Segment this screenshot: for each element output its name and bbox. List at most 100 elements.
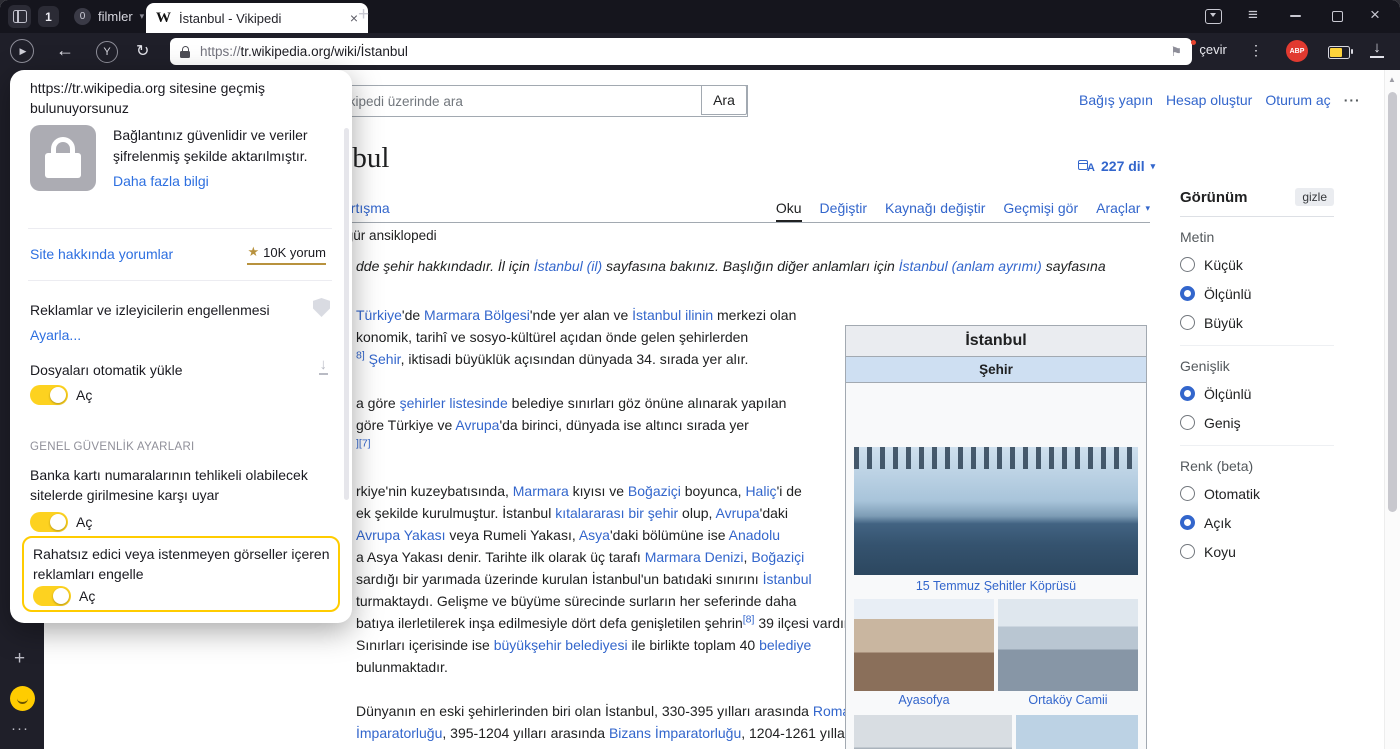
new-tab-button[interactable]: +	[358, 4, 369, 26]
radio-koyu[interactable]: Koyu	[1180, 537, 1334, 566]
wiki-link[interactable]: İstanbul (anlam ayrımı)	[899, 258, 1042, 274]
tab-oku[interactable]: Oku	[776, 200, 802, 222]
wiki-link[interactable]: Şehir	[369, 351, 401, 367]
radio-otomatik[interactable]: Otomatik	[1180, 479, 1334, 508]
bank-card-toggle[interactable]	[30, 512, 68, 532]
kebab-menu-icon[interactable]: ⋮	[1249, 42, 1263, 59]
address-bar[interactable]: https://tr.wikipedia.org/wiki/İstanbul ⚑	[170, 38, 1192, 65]
site-reviews-link[interactable]: Site hakkında yorumlar	[30, 246, 173, 262]
menu-icon[interactable]: ≡	[1248, 5, 1258, 25]
bridge-skyline-photo[interactable]	[854, 447, 1138, 575]
tab-close-icon[interactable]: ×	[350, 10, 358, 26]
reviews-rating[interactable]: ★ 10K yorum	[247, 244, 326, 265]
radio-genis[interactable]: Geniş	[1180, 408, 1334, 437]
tram-photo[interactable]	[854, 715, 1012, 749]
lock-icon[interactable]	[180, 45, 192, 59]
active-tab[interactable]: W İstanbul - Vikipedi ×	[146, 3, 368, 33]
configure-link[interactable]: Ayarla...	[30, 327, 81, 343]
more-options-icon[interactable]: ···	[1344, 92, 1361, 108]
tab-group-label: filmler	[98, 9, 133, 24]
search-input[interactable]	[300, 85, 748, 117]
tab-kaynagi-degistir[interactable]: Kaynağı değiştir	[885, 200, 985, 216]
create-account-link[interactable]: Hesap oluştur	[1166, 92, 1252, 108]
tab-group[interactable]: 0 filmler ▾	[66, 0, 152, 33]
wiki-link[interactable]: Asya	[579, 527, 610, 543]
page-scrollbar[interactable]: ▲	[1384, 70, 1400, 749]
downloads-panel-icon[interactable]	[1205, 9, 1222, 24]
wiki-link[interactable]: Avrupa Yakası	[356, 527, 446, 543]
translate-label: çevir	[1199, 42, 1226, 57]
radio-olcunlu-metin[interactable]: Ölçünlü	[1180, 279, 1334, 308]
wiki-link[interactable]: İstanbul ilinin	[632, 307, 713, 323]
ortakoy-camii-photo[interactable]	[998, 599, 1138, 691]
wiki-link[interactable]: Haliç	[745, 483, 776, 499]
close-button[interactable]: ×	[1370, 5, 1380, 25]
sidebar-add-button[interactable]: +	[14, 648, 25, 670]
reference-link[interactable]: [8]	[743, 613, 755, 625]
radio-buyuk[interactable]: Büyük	[1180, 308, 1334, 337]
tools-menu[interactable]: Araçlar▾	[1096, 200, 1150, 216]
photo-caption[interactable]: Ayasofya	[854, 693, 994, 707]
adblock-badge[interactable]: ABP	[1286, 40, 1308, 62]
tab-gecmisi-gor[interactable]: Geçmişi gör	[1003, 200, 1078, 216]
reference-link[interactable]: ][7]	[356, 437, 371, 449]
radio-kucuk[interactable]: Küçük	[1180, 250, 1334, 279]
scroll-up-icon[interactable]: ▲	[1388, 75, 1396, 84]
wiki-link[interactable]: kıtalararası bir şehir	[555, 505, 678, 521]
maximize-button[interactable]	[1332, 11, 1343, 22]
wiki-link[interactable]: Bizans İmparatorluğu	[609, 725, 741, 741]
wiki-link[interactable]: Avrupa	[716, 505, 760, 521]
more-info-link[interactable]: Daha fazla bilgi	[113, 173, 209, 189]
tabs-panel-button[interactable]	[8, 5, 31, 28]
sidebar-more-icon[interactable]: ···	[11, 720, 29, 737]
photo-caption[interactable]: 15 Temmuz Şehitler Köprüsü	[846, 579, 1146, 593]
wiki-link[interactable]: İstanbul (il)	[534, 258, 602, 274]
language-selector[interactable]: 227 dil ▾	[1078, 158, 1155, 174]
translate-icon: A	[1183, 42, 1192, 57]
wiki-link[interactable]: Boğaziçi	[628, 483, 681, 499]
wiki-link[interactable]: Türkiye	[356, 307, 402, 323]
tab-counter-badge[interactable]: 1	[38, 6, 59, 27]
donate-link[interactable]: Bağış yapın	[1079, 92, 1153, 108]
wiki-link[interactable]: şehirler listesinde	[400, 395, 508, 411]
radio-acik[interactable]: Açık	[1180, 508, 1334, 537]
galata-tower-photo[interactable]	[1016, 715, 1138, 749]
download-icon[interactable]: ↓	[1370, 40, 1384, 58]
translate-button[interactable]: A çevir	[1183, 42, 1227, 57]
autoload-toggle[interactable]	[30, 385, 68, 405]
wiki-link[interactable]: Anadolu	[729, 527, 780, 543]
wiki-link[interactable]: İstanbul	[763, 571, 812, 587]
reference-link[interactable]: 8]	[356, 349, 365, 361]
login-link[interactable]: Oturum aç	[1265, 92, 1330, 108]
wiki-link[interactable]: belediye	[759, 637, 811, 653]
sidebar-open-button[interactable]: ▶	[10, 39, 34, 63]
refresh-button[interactable]: ↻	[136, 41, 149, 61]
photo-caption[interactable]: Ortaköy Camii	[998, 693, 1138, 707]
ayasofya-photo[interactable]	[854, 599, 994, 691]
scroll-thumb[interactable]	[1388, 92, 1397, 512]
infobox: İstanbul Şehir 15 Temmuz Şehitler Köprüs…	[845, 325, 1147, 749]
bookmark-flag-icon[interactable]: ⚑	[1170, 44, 1182, 60]
back-button[interactable]: ←	[56, 40, 74, 61]
wiki-link[interactable]: Marmara	[513, 483, 569, 499]
battery-icon[interactable]	[1328, 46, 1350, 59]
hide-button[interactable]: gizle	[1295, 188, 1334, 206]
minimize-button[interactable]	[1290, 15, 1301, 17]
yandex-button[interactable]: Y	[96, 41, 118, 63]
radio-olcunlu-genislik[interactable]: Ölçünlü	[1180, 379, 1334, 408]
radio-icon	[1180, 515, 1195, 530]
page-tabs: Oku Değiştir Kaynağı değiştir Geçmişi gö…	[776, 200, 1150, 222]
wiki-link[interactable]: Marmara Denizi	[645, 549, 744, 565]
popup-scrollbar[interactable]	[344, 128, 349, 500]
wiki-link[interactable]: Boğaziçi	[751, 549, 804, 565]
text-span: turmaktaydı. Gelişme ve büyüme sürecinde…	[356, 593, 796, 609]
tab-degistir[interactable]: Değiştir	[820, 200, 867, 216]
search-button[interactable]: Ara	[701, 85, 747, 115]
wiki-link[interactable]: İmparatorluğu	[356, 725, 442, 741]
wiki-link[interactable]: büyükşehir belediyesi	[494, 637, 628, 653]
wiki-link[interactable]: Marmara Bölgesi	[424, 307, 530, 323]
article-text: Türkiye'de Marmara Bölgesi'nde yer alan …	[356, 304, 853, 744]
yandex-logo[interactable]	[10, 686, 35, 711]
wiki-link[interactable]: Avrupa	[455, 417, 499, 433]
annoying-ads-toggle[interactable]	[33, 586, 71, 606]
